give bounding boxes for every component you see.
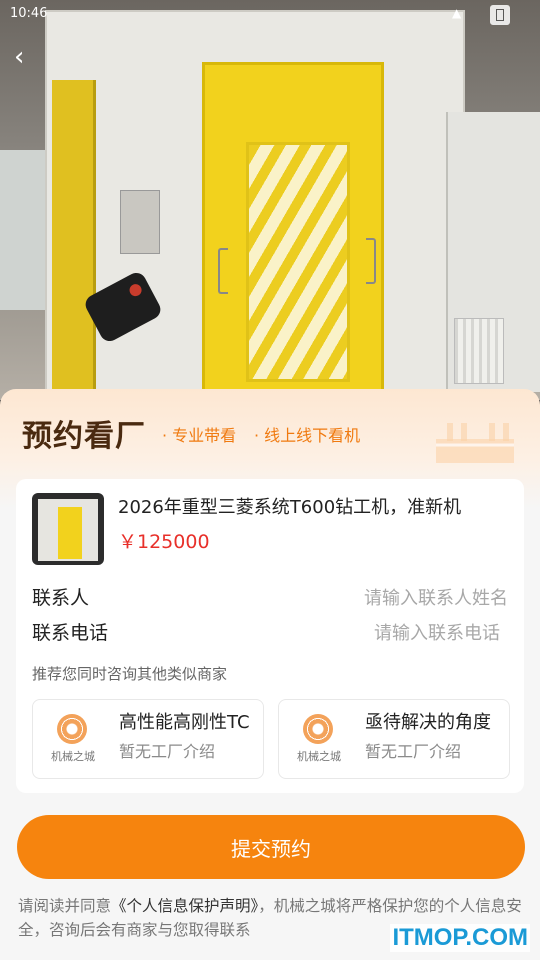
merchant-logo: 机械之城 [293,714,345,768]
privacy-statement-link[interactable]: 《个人信息保护声明》 [111,897,258,915]
sheet-header: 预约看厂 · 专业带看 · 线上线下看机 [0,389,540,469]
merchant-name: 亟待解决的角度 [365,712,491,733]
merchant-logo-text: 机械之城 [51,750,95,763]
battery-icon [490,5,510,25]
tag-professional: · 专业带看 [162,426,237,445]
product-price: ￥125000 [118,531,210,553]
watermark: ITMOP.COM [390,924,530,952]
agreement-prefix: 请阅读并同意 [18,897,112,915]
tag-online-offline: · 线上线下看机 [254,426,361,445]
merchant-description: 暂无工厂介绍 [119,742,216,761]
product-thumbnail[interactable] [32,493,104,565]
phone-field: 联系电话 [32,618,508,648]
contact-name-input[interactable] [248,583,508,613]
contact-field: 联系人 [32,583,508,613]
photo-name-plate [120,190,160,254]
photo-door-window [246,142,350,382]
photo-vent [454,318,504,384]
submit-booking-button[interactable]: 提交预约 [17,815,525,879]
merchant-card[interactable]: 机械之城 高性能高刚性TC 暂无工厂介绍 [32,699,264,779]
chevron-left-icon: ‹ [14,42,25,72]
status-bar: 10:46 ▲ [0,0,540,30]
back-button[interactable]: ‹ [14,42,44,72]
sheet-title: 预约看厂 [22,419,146,454]
recommend-label: 推荐您同时咨询其他类似商家 [32,665,228,683]
photo-door-handle [218,248,228,294]
status-time: 10:46 [10,6,48,21]
merchant-logo: 机械之城 [47,714,99,768]
photo-background-machine [0,150,50,310]
factory-decoration-icon [436,423,514,463]
product-title: 2026年重型三菱系统T600钻工机，准新机 [118,497,462,518]
thumbnail-door [58,507,82,559]
merchant-logo-text: 机械之城 [297,750,341,763]
booking-card: 2026年重型三菱系统T600钻工机，准新机 ￥125000 联系人 联系电话 … [16,479,524,793]
merchant-name: 高性能高刚性TC [119,712,250,733]
gear-icon [57,714,87,744]
photo-door-handle [366,238,376,284]
contact-label: 联系人 [32,587,90,609]
photo-cabinet-side [52,80,96,390]
merchant-description: 暂无工厂介绍 [365,742,462,761]
booking-sheet: 预约看厂 · 专业带看 · 线上线下看机 2026年重型三菱系统T600钻工机，… [0,389,540,960]
wifi-icon: ▲ [452,6,462,20]
merchant-card[interactable]: 机械之城 亟待解决的角度 暂无工厂介绍 [278,699,510,779]
phone-label: 联系电话 [32,622,109,644]
gear-icon [303,714,333,744]
phone-input[interactable] [240,618,500,648]
product-photo [0,0,540,400]
